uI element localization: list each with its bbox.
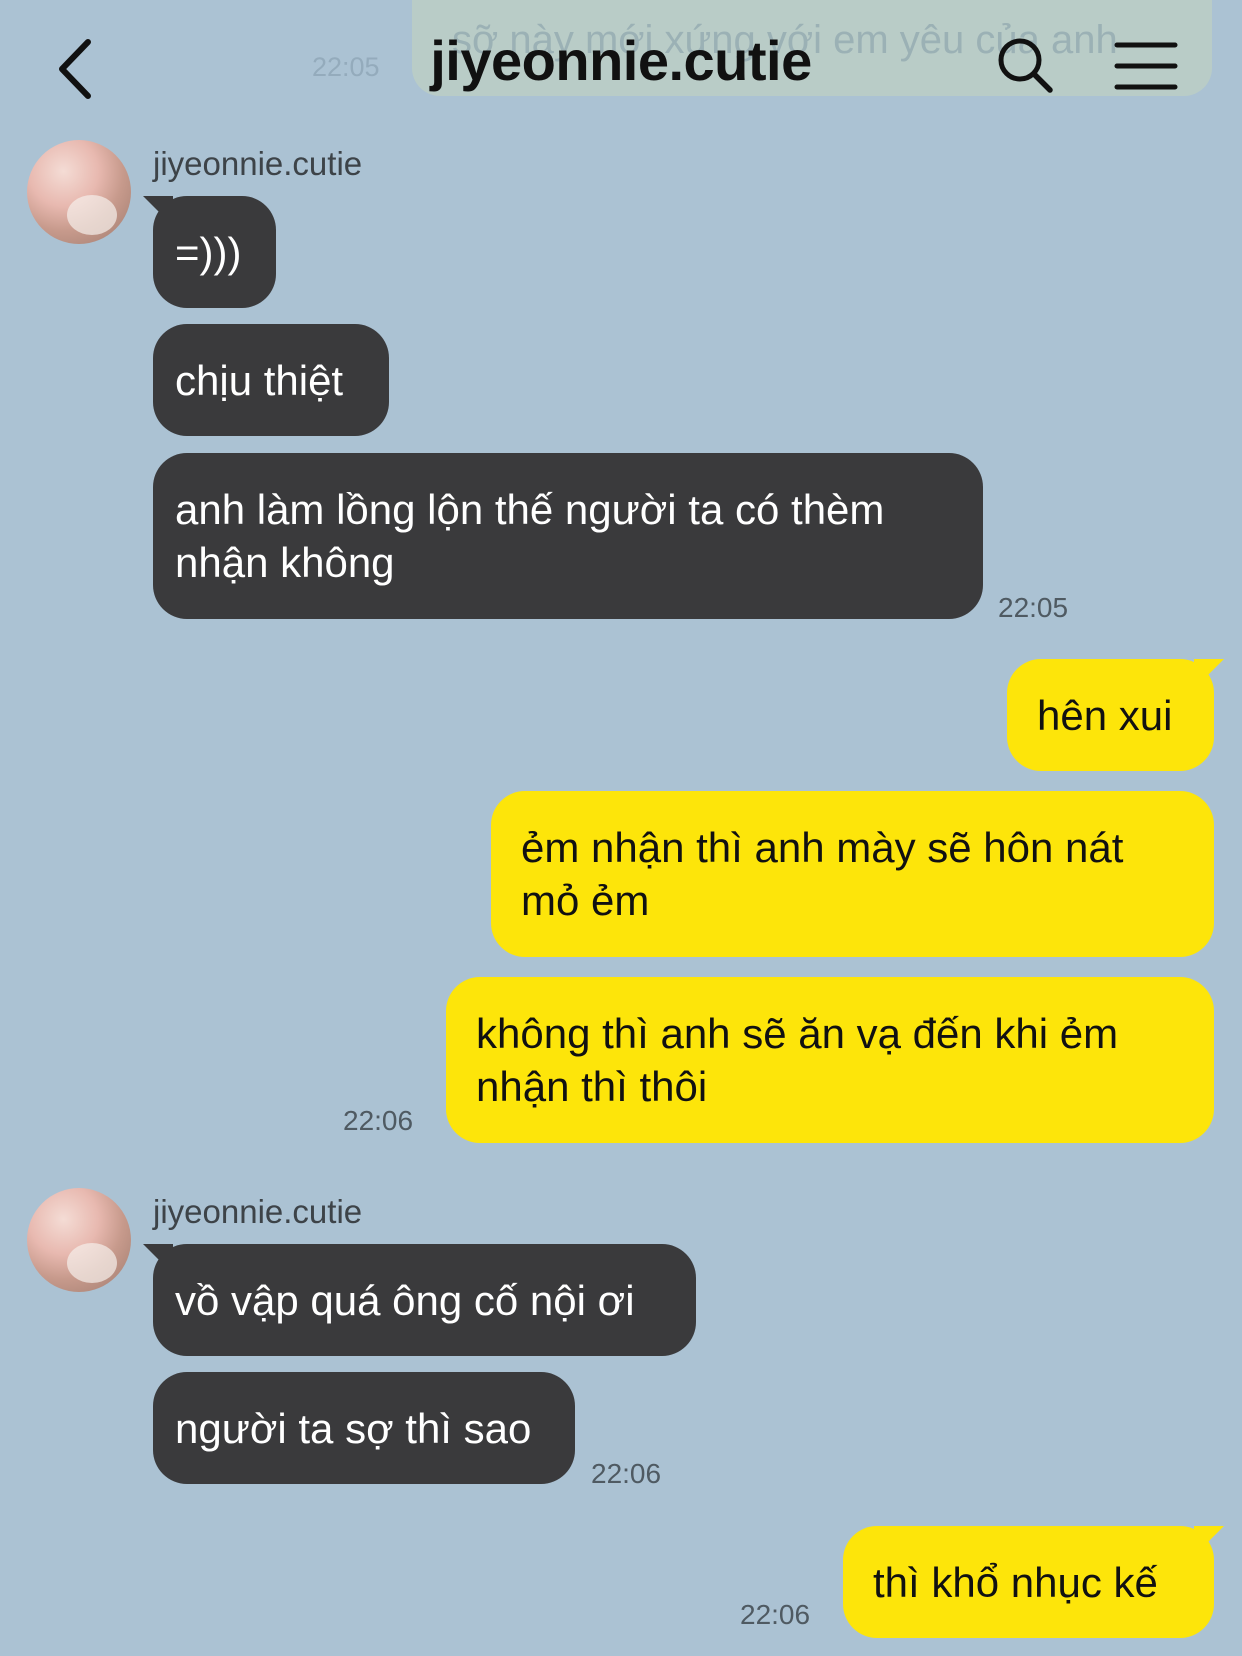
message-bubble-incoming[interactable]: =))) xyxy=(153,196,276,308)
message-bubble-outgoing[interactable]: không thì anh sẽ ăn vạ đến khi ẻm nhận t… xyxy=(446,977,1214,1143)
message-text: thì khổ nhục kế xyxy=(873,1558,1158,1606)
sender-name: jiyeonnie.cutie xyxy=(153,145,363,182)
message-bubble-incoming[interactable]: anh làm lồng lộn thế người ta có thèm nh… xyxy=(153,453,983,619)
message-text: vồ vập quá ông cố nội ơi xyxy=(175,1276,635,1324)
sender-name: jiyeonnie.cutie xyxy=(153,1193,363,1230)
message-text: hên xui xyxy=(1037,691,1173,739)
hamburger-menu-icon xyxy=(1114,42,1178,90)
message-text: =))) xyxy=(175,228,242,276)
avatar[interactable] xyxy=(27,1188,131,1292)
menu-button[interactable] xyxy=(1114,40,1178,92)
avatar[interactable] xyxy=(27,140,131,244)
message-text: chịu thiệt xyxy=(175,356,344,404)
message-bubble-outgoing[interactable]: thì khổ nhục kế xyxy=(843,1526,1214,1638)
search-button[interactable] xyxy=(996,36,1056,96)
message-time: 22:06 xyxy=(343,1105,414,1136)
message-time: 22:06 xyxy=(740,1599,811,1630)
message-text: người ta sợ thì sao xyxy=(175,1404,532,1452)
message-text: ẻm nhận thì anh mày sẽ hôn nát mỏ ẻm xyxy=(521,824,1124,924)
chat-header: sỡ này mới xứng với em yêu của anh 22:05… xyxy=(0,0,1242,140)
message-time: 22:05 xyxy=(998,592,1069,623)
message-bubble-outgoing[interactable]: ẻm nhận thì anh mày sẽ hôn nát mỏ ẻm xyxy=(491,791,1214,957)
search-icon xyxy=(998,38,1053,93)
message-bubble-incoming[interactable]: vồ vập quá ông cố nội ơi xyxy=(153,1244,696,1356)
message-time: 22:06 xyxy=(591,1458,662,1489)
message-bubble-incoming[interactable]: chịu thiệt xyxy=(153,324,389,436)
message-bubble-incoming[interactable]: người ta sợ thì sao xyxy=(153,1372,575,1484)
message-text: không thì anh sẽ ăn vạ đến khi ẻm nhận t… xyxy=(476,1010,1119,1110)
message-text: anh làm lồng lộn thế người ta có thèm nh… xyxy=(175,486,885,586)
message-bubble-outgoing[interactable]: hên xui xyxy=(1007,659,1214,771)
